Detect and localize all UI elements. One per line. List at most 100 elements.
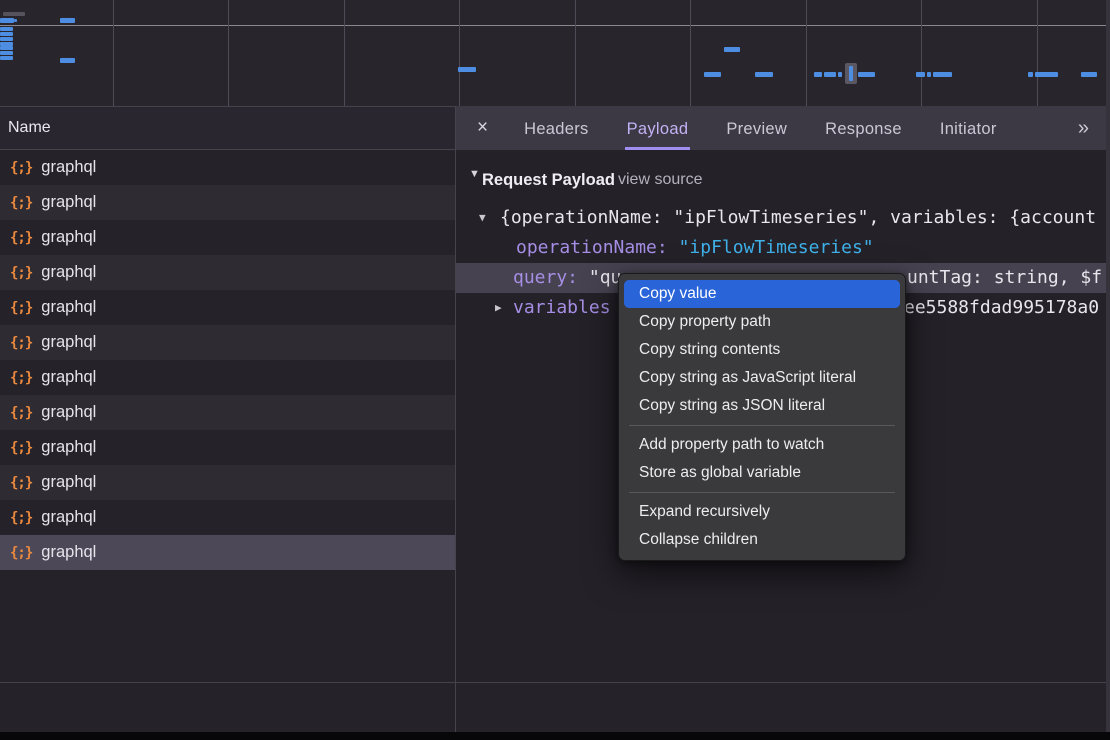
json-request-icon: {;}: [10, 545, 32, 561]
timeline-request-bar: [858, 72, 875, 77]
json-request-icon: {;}: [10, 370, 32, 386]
timeline-gridline: [1037, 0, 1038, 106]
request-name: graphql: [41, 298, 96, 317]
timeline-request-bar: [60, 18, 75, 23]
footer-divider: [0, 682, 1110, 683]
expand-triangle-icon[interactable]: ▶: [495, 293, 502, 323]
network-overview-timeline[interactable]: [0, 0, 1110, 106]
menu-item-copy-value[interactable]: Copy value: [624, 280, 900, 308]
network-request-row[interactable]: {;}graphql: [0, 185, 455, 220]
section-title: Request Payload: [482, 165, 615, 195]
payload-root-preview: {operationName: "ipFlowTimeseries", vari…: [500, 203, 1096, 233]
timeline-gridline: [459, 0, 460, 106]
menu-item-collapse-children[interactable]: Collapse children: [619, 526, 905, 554]
timeline-request-bar: [1081, 72, 1097, 77]
request-name: graphql: [41, 228, 96, 247]
timeline-request-bar: [0, 18, 14, 23]
network-request-row[interactable]: {;} graphql: [0, 325, 455, 360]
timeline-request-bar: [60, 58, 75, 63]
payload-root-row[interactable]: ▼ {operationName: "ipFlowTimeseries", va…: [456, 203, 1110, 233]
property-value: "ipFlowTimeseries": [679, 237, 874, 258]
network-request-row[interactable]: {;} graphql: [0, 255, 455, 290]
close-icon[interactable]: ×: [477, 106, 488, 150]
request-name: graphql: [41, 333, 96, 352]
timeline-horizontal-gridline: [0, 25, 1110, 26]
json-request-icon: {;}: [10, 195, 32, 211]
network-request-row[interactable]: {;} graphql: [0, 465, 455, 500]
menu-item-add-property-path-to-watch[interactable]: Add property path to watch: [619, 431, 905, 459]
timeline-request-bar: [724, 47, 740, 52]
network-request-row[interactable]: {;}graphql: [0, 535, 455, 570]
timeline-request-bar: [0, 37, 13, 41]
timeline-request-bar: [933, 72, 952, 77]
timeline-request-bar: [755, 72, 773, 77]
json-request-icon: {;}: [10, 510, 32, 526]
menu-item-copy-string-as-javascript-literal[interactable]: Copy string as JavaScript literal: [619, 364, 905, 392]
menu-item-copy-string-contents[interactable]: Copy string contents: [619, 336, 905, 364]
collapse-triangle-icon[interactable]: ▼: [479, 203, 486, 233]
timeline-gridline: [344, 0, 345, 106]
menu-item-copy-property-path[interactable]: Copy property path: [619, 308, 905, 336]
json-request-icon: {;}: [10, 440, 32, 456]
menu-separator: [629, 492, 895, 493]
network-request-row[interactable]: {;} graphql: [0, 430, 455, 465]
tab-response[interactable]: Response: [823, 106, 904, 150]
timeline-request-bar: [0, 27, 13, 31]
property-key: operationName:: [516, 237, 679, 258]
tab-preview[interactable]: Preview: [724, 106, 789, 150]
section-collapse-icon[interactable]: ▼: [469, 168, 480, 180]
tab-initiator[interactable]: Initiator: [938, 106, 999, 150]
panel-separator[interactable]: [455, 682, 456, 732]
view-source-link[interactable]: view source: [618, 165, 702, 195]
timeline-gridline: [575, 0, 576, 106]
menu-item-expand-recursively[interactable]: Expand recursively: [619, 498, 905, 526]
timeline-gridline: [806, 0, 807, 106]
json-request-icon: {;}: [10, 265, 32, 281]
tab-headers[interactable]: Headers: [522, 106, 590, 150]
network-request-row[interactable]: {;} graphql: [0, 500, 455, 535]
menu-item-copy-string-as-json-literal[interactable]: Copy string as JSON literal: [619, 392, 905, 420]
timeline-request-bar: [838, 72, 842, 77]
timeline-request-bar: [0, 56, 13, 60]
timeline-gridline: [690, 0, 691, 106]
timeline-request-bar: [814, 72, 822, 77]
payload-operationname-row[interactable]: operationName: "ipFlowTimeseries": [456, 233, 1110, 263]
network-request-row[interactable]: {;}graphql: [0, 360, 455, 395]
column-header-name-label: Name: [8, 119, 51, 136]
property-value-end: ee5588fdad995178a0: [904, 293, 1099, 323]
json-request-icon: {;}: [10, 335, 32, 351]
network-request-row[interactable]: {;} graphql: [0, 395, 455, 430]
request-name: graphql: [41, 473, 96, 492]
request-name: graphql: [41, 438, 96, 457]
network-request-row[interactable]: {;}graphql: [0, 220, 455, 255]
json-request-icon: {;}: [10, 475, 32, 491]
request-name: graphql: [41, 263, 96, 282]
timeline-selected-marker-tick: [849, 66, 853, 81]
timeline-request-bar: [704, 72, 721, 77]
context-menu: Copy valueCopy property pathCopy string …: [618, 273, 906, 561]
menu-item-store-as-global-variable[interactable]: Store as global variable: [619, 459, 905, 487]
network-request-row[interactable]: {;} graphql: [0, 290, 455, 325]
tab-payload[interactable]: Payload: [625, 106, 691, 150]
json-request-icon: {;}: [10, 405, 32, 421]
timeline-request-bar: [0, 32, 13, 36]
network-request-row[interactable]: {;}graphql: [0, 150, 455, 185]
timeline-request-bar: [0, 46, 13, 50]
timeline-gridline: [113, 0, 114, 106]
timeline-request-bar: [3, 12, 25, 16]
timeline-request-bar: [0, 51, 13, 55]
window-bottom-bar: [0, 732, 1110, 740]
timeline-gridline: [921, 0, 922, 106]
request-name: graphql: [41, 158, 96, 177]
devtools-window: Name {;} graphql {;} graphql {;} graphql {;} gr…: [0, 0, 1110, 740]
network-request-list: Name {;} graphql {;} graphql {;} graphql {;} gr…: [0, 106, 455, 682]
column-header-name[interactable]: Name: [0, 107, 455, 150]
request-name: graphql: [41, 508, 96, 527]
timeline-request-bar: [1028, 72, 1033, 77]
property-value-end: untTag: string, $f: [907, 263, 1102, 293]
request-name: graphql: [41, 403, 96, 422]
more-tabs-icon[interactable]: »: [1078, 117, 1087, 140]
json-request-icon: {;}: [10, 300, 32, 316]
property-key: variables: [513, 297, 611, 318]
timeline-request-bar: [927, 72, 931, 77]
